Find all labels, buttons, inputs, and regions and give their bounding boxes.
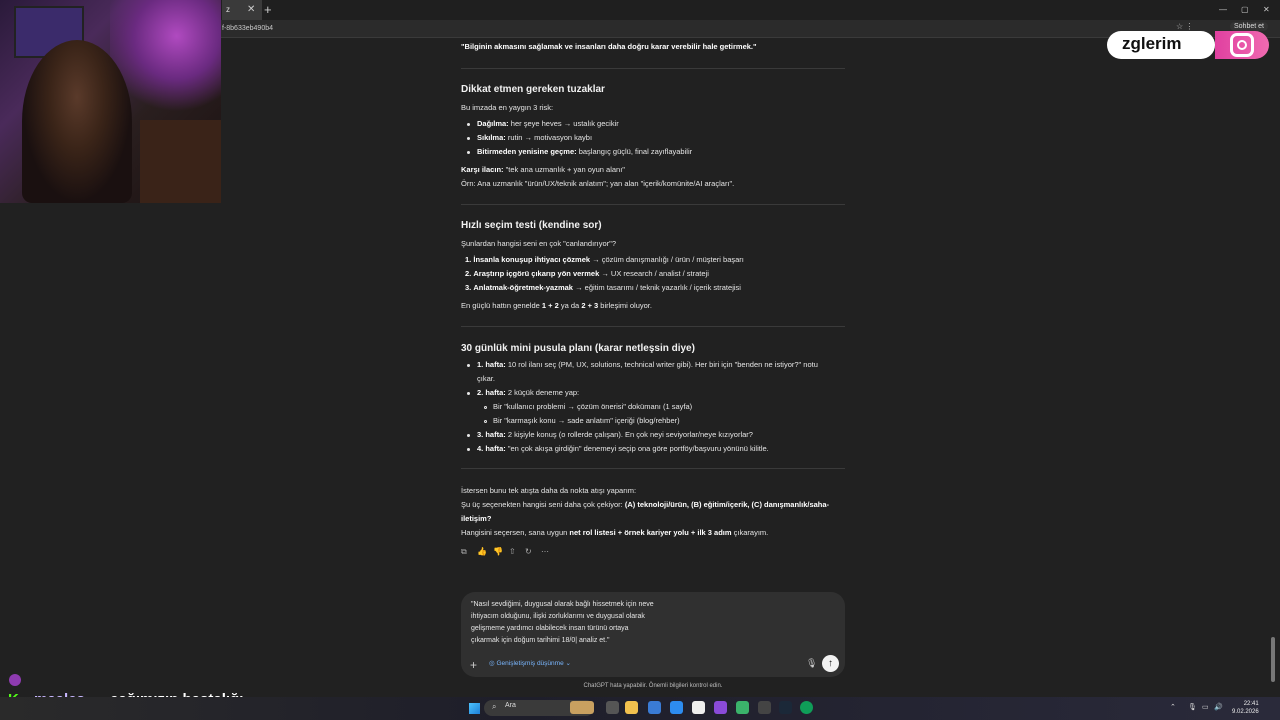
search-icon: ⌕ [492, 702, 497, 711]
chevron-down-icon: ⌄ [563, 660, 571, 667]
divider [461, 468, 845, 469]
app-icon[interactable] [648, 701, 661, 714]
closing-line-1: İstersen bunu tek atışta daha da nokta a… [461, 486, 637, 495]
network-icon[interactable]: ▭ [1202, 703, 1209, 711]
thumbs-down-icon[interactable]: 👎 [493, 547, 509, 556]
browser-icon[interactable] [800, 701, 813, 714]
thumbs-up-icon[interactable]: 👍 [477, 547, 493, 556]
app-icon[interactable] [758, 701, 771, 714]
task-view-icon[interactable] [606, 701, 619, 714]
app-icon[interactable] [714, 701, 727, 714]
intro-quote: "Bilginin akmasını sağlamak ve insanları… [461, 42, 757, 51]
list-item: 4. hafta: "en çok akışa girdiğin" deneme… [477, 444, 769, 453]
app-icon[interactable] [736, 701, 749, 714]
tab-title: z [226, 5, 230, 14]
url-text[interactable]: f-8b633eb490b4 [222, 20, 273, 38]
closing-line-4: Hangisini seçersen, sana uygun net rol l… [461, 528, 769, 537]
quick-test-footer: En güçlü hattın genelde 1 + 2 ya da 2 + … [461, 301, 652, 310]
example-line: Örn: Ana uzmanlık "ürün/UX/teknik anlatı… [461, 179, 735, 188]
message-actions: ⧉ 👍 👎 ⇧ ↻ ⋯ [461, 547, 557, 559]
bullet-icon [467, 448, 470, 451]
prompt-input[interactable]: "Nasıl sevdiğimi, duygusal olarak bağlı … [471, 599, 691, 647]
section-title-30day-plan: 30 günlük mini pusula planı (karar netle… [461, 343, 695, 354]
bullet-icon [467, 392, 470, 395]
sub-bullet-icon [484, 420, 487, 423]
file-explorer-icon[interactable] [625, 701, 638, 714]
steam-icon[interactable] [779, 701, 792, 714]
widget-icon[interactable] [570, 701, 594, 714]
divider [461, 68, 845, 69]
bullet-icon [467, 137, 470, 140]
list-item: 2. hafta: 2 küçük deneme yap: [477, 388, 580, 397]
pitfalls-intro: Bu imzada en yaygın 3 risk: [461, 103, 554, 112]
webcam-shelf [140, 120, 221, 203]
new-tab-button[interactable]: + [264, 0, 276, 20]
share-icon[interactable]: ⇧ [509, 547, 525, 556]
sub-list-item: Bir "kullanıcı problemi → çözüm önerisi"… [493, 402, 693, 411]
remedy-line: Karşı ilacın: "tek ana uzmanlık + yan oy… [461, 165, 625, 174]
toolbar-icons[interactable]: ☆ ⋮ [1176, 22, 1193, 31]
brand-text: zglerim [1122, 34, 1182, 53]
numbered-item: 2. Araştırıp içgörü çıkarıp yön vermek →… [465, 269, 709, 278]
maximize-button[interactable]: ▢ [1241, 0, 1249, 20]
webcam-overlay [0, 0, 221, 203]
section-title-quick-test: Hızlı seçim testi (kendine sor) [461, 220, 602, 231]
screen: z ✕ + — ▢ ✕ f-8b633eb490b4 ☆ ⋮ Sohbet et… [0, 0, 1280, 720]
clock[interactable]: 22:41 9.02.2026 [1232, 700, 1259, 716]
more-icon[interactable]: ⋯ [541, 547, 557, 556]
list-item-continuation: çıkar. [477, 374, 495, 383]
quick-test-intro: Şunlardan hangisi seni en çok "canlandır… [461, 239, 617, 248]
taskbar [0, 697, 1280, 720]
app-icon[interactable] [692, 701, 705, 714]
bullet-icon [467, 364, 470, 367]
closing-line-2: Şu üç seçenekten hangisi seni daha çok ç… [461, 500, 830, 509]
instagram-lens-icon [1237, 40, 1247, 50]
clock-time: 22:41 [1243, 701, 1259, 707]
app-icon[interactable] [670, 701, 683, 714]
copy-icon[interactable]: ⧉ [461, 547, 477, 557]
send-button[interactable]: ↑ [822, 655, 839, 672]
windows-start-icon[interactable] [469, 703, 480, 714]
bullet-icon [467, 123, 470, 126]
sohbet-button[interactable]: Sohbet et [1230, 22, 1268, 31]
mic-tray-icon[interactable]: 🎙 [1188, 703, 1197, 711]
tray-chevron-icon[interactable]: ⌃ [1170, 703, 1176, 711]
divider [461, 204, 845, 205]
list-item: Dağılma: her şeye heves → ustalık geciki… [477, 119, 619, 128]
scrollbar[interactable] [1271, 637, 1275, 682]
streamer-figure [22, 40, 132, 203]
sub-list-item: Bir "karmaşık konu → sade anlatım" içeri… [493, 416, 680, 425]
bullet-icon [467, 151, 470, 154]
numbered-item: 1. İnsanla konuşup ihtiyacı çözmek → çöz… [465, 255, 744, 264]
volume-icon[interactable]: 🔊 [1214, 703, 1223, 711]
disclaimer: ChatGPT hata yapabilir. Önemli bilgileri… [583, 683, 723, 689]
chat-avatar [9, 674, 21, 686]
search-label: Ara [505, 702, 516, 709]
list-item: Sıkılma: rutin → motivasyon kaybı [477, 133, 593, 142]
close-tab-icon[interactable]: ✕ [247, 0, 257, 20]
clock-date: 9.02.2026 [1232, 709, 1259, 715]
sub-bullet-icon [484, 406, 487, 409]
divider [461, 326, 845, 327]
minimize-button[interactable]: — [1219, 0, 1227, 20]
extended-thinking-toggle[interactable]: ◎ Genişletişmiş düşünme ⌄ [489, 659, 571, 667]
section-title-pitfalls: Dikkat etmen gereken tuzaklar [461, 84, 605, 95]
closing-line-3: iletişim? [461, 514, 492, 523]
bullet-icon [467, 434, 470, 437]
list-item: 1. hafta: 10 rol ilanı seç (PM, UX, solu… [477, 360, 818, 369]
list-item: Bitirmeden yenisine geçme: başlangıç güç… [477, 147, 693, 156]
add-attachment-button[interactable]: + [470, 658, 477, 672]
list-item: 3. hafta: 2 kişiyle konuş (o rollerde ça… [477, 430, 753, 439]
microphone-icon[interactable]: 🎙 [806, 658, 817, 669]
numbered-item: 3. Anlatmak-öğretmek-yazmak → eğitim tas… [465, 283, 741, 292]
regenerate-icon[interactable]: ↻ [525, 547, 541, 556]
close-window-button[interactable]: ✕ [1263, 0, 1270, 20]
